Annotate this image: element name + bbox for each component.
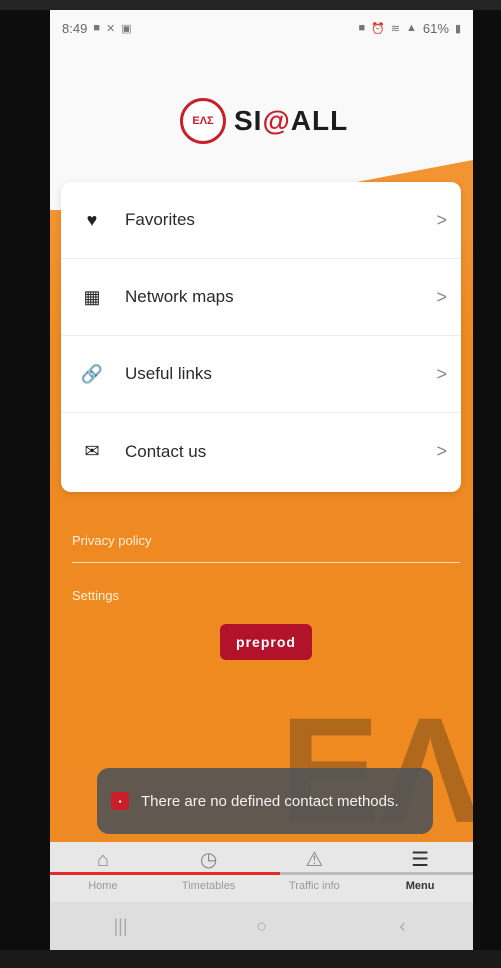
status-right: ■ ⏰ ≋ ▲ 61% ▮: [358, 21, 461, 36]
menu-item-favorites[interactable]: ♥ Favorites >: [61, 182, 461, 259]
menu-item-label: Favorites: [125, 210, 195, 229]
chevron-right-icon: >: [436, 441, 447, 461]
notification-icon: ■: [93, 22, 100, 34]
toast-notification: ▪ There are no defined contact methods.: [97, 768, 433, 834]
menu-item-label: Network maps: [125, 287, 234, 306]
wifi-icon: ≋: [390, 22, 401, 35]
video-progress-fill: [50, 872, 280, 875]
menu-item-label: Useful links: [125, 364, 212, 383]
left-frame: [0, 0, 50, 968]
menu-item-contact-us[interactable]: ✉ Contact us >: [61, 413, 461, 490]
nav-label: Menu: [405, 880, 435, 892]
nav-home[interactable]: ⌂ Home: [58, 848, 148, 892]
home-button[interactable]: ○: [232, 916, 292, 937]
logo-mark-text: ΕΛΣ: [192, 115, 214, 127]
settings-link[interactable]: Settings: [72, 588, 119, 603]
map-icon: ▦: [83, 286, 101, 307]
missed-call-icon: ✕: [105, 22, 116, 35]
battery-icon: ▮: [454, 22, 461, 35]
status-time: 8:49: [62, 20, 88, 36]
video-progress-track[interactable]: [50, 872, 473, 875]
chevron-right-icon: >: [436, 286, 447, 307]
recents-button[interactable]: |||: [91, 916, 151, 937]
nav-menu[interactable]: ☰ Menu: [375, 848, 465, 892]
status-left: 8:49 ■ ✕ ▣: [62, 21, 132, 36]
logo-at: @: [262, 105, 291, 136]
back-button[interactable]: ‹: [373, 916, 433, 937]
logo-mark: ΕΛΣ: [180, 98, 226, 144]
menu-item-network-maps[interactable]: ▦ Network maps >: [61, 259, 461, 336]
divider: [72, 562, 460, 563]
alarm-icon: ⏰: [371, 22, 385, 35]
nav-label: Home: [88, 880, 118, 892]
mute-icon: ■: [358, 22, 366, 34]
logo-suffix: ALL: [290, 105, 349, 136]
chevron-right-icon: >: [436, 209, 447, 230]
signal-icon: ▲: [406, 22, 417, 34]
privacy-policy-link[interactable]: Privacy policy: [72, 533, 151, 548]
app-logo: ΕΛΣ SI@ALL: [180, 98, 348, 144]
bottom-frame: [0, 950, 501, 968]
right-frame: [473, 0, 501, 968]
menu-item-useful-links[interactable]: 🔗 Useful links >: [61, 336, 461, 413]
warning-icon: ⚠: [305, 849, 324, 871]
calendar-icon: ▣: [121, 22, 132, 35]
system-navigation-bar: ||| ○ ‹: [50, 902, 473, 950]
battery-percent: 61%: [422, 20, 449, 36]
status-bar: 8:49 ■ ✕ ▣ ■ ⏰ ≋ ▲ 61% ▮: [50, 10, 473, 46]
menu-icon: ☰: [411, 849, 430, 871]
top-frame: [0, 0, 501, 10]
link-icon: 🔗: [80, 363, 104, 384]
nav-label: Traffic info: [289, 880, 340, 892]
clock-icon: ◷: [199, 849, 218, 871]
nav-traffic-info[interactable]: ⚠ Traffic info: [269, 848, 359, 892]
envelope-icon: ✉: [84, 441, 100, 461]
app-icon: ▪: [111, 792, 129, 810]
environment-badge: preprod: [220, 624, 312, 660]
menu-card: ♥ Favorites > ▦ Network maps > 🔗 Useful …: [61, 182, 461, 492]
logo-prefix: SI: [234, 105, 263, 136]
phone-screen: 8:49 ■ ✕ ▣ ■ ⏰ ≋ ▲ 61% ▮ ΕΛΣ SI@ALL ♥ Fa…: [50, 10, 473, 950]
toast-message: There are no defined contact methods.: [141, 792, 399, 810]
home-icon: ⌂: [96, 849, 109, 871]
nav-label: Timetables: [181, 880, 236, 892]
chevron-right-icon: >: [436, 363, 447, 384]
logo-wordmark: SI@ALL: [234, 105, 348, 137]
heart-icon: ♥: [86, 209, 98, 230]
menu-item-label: Contact us: [125, 441, 207, 461]
nav-timetables[interactable]: ◷ Timetables: [164, 848, 254, 892]
